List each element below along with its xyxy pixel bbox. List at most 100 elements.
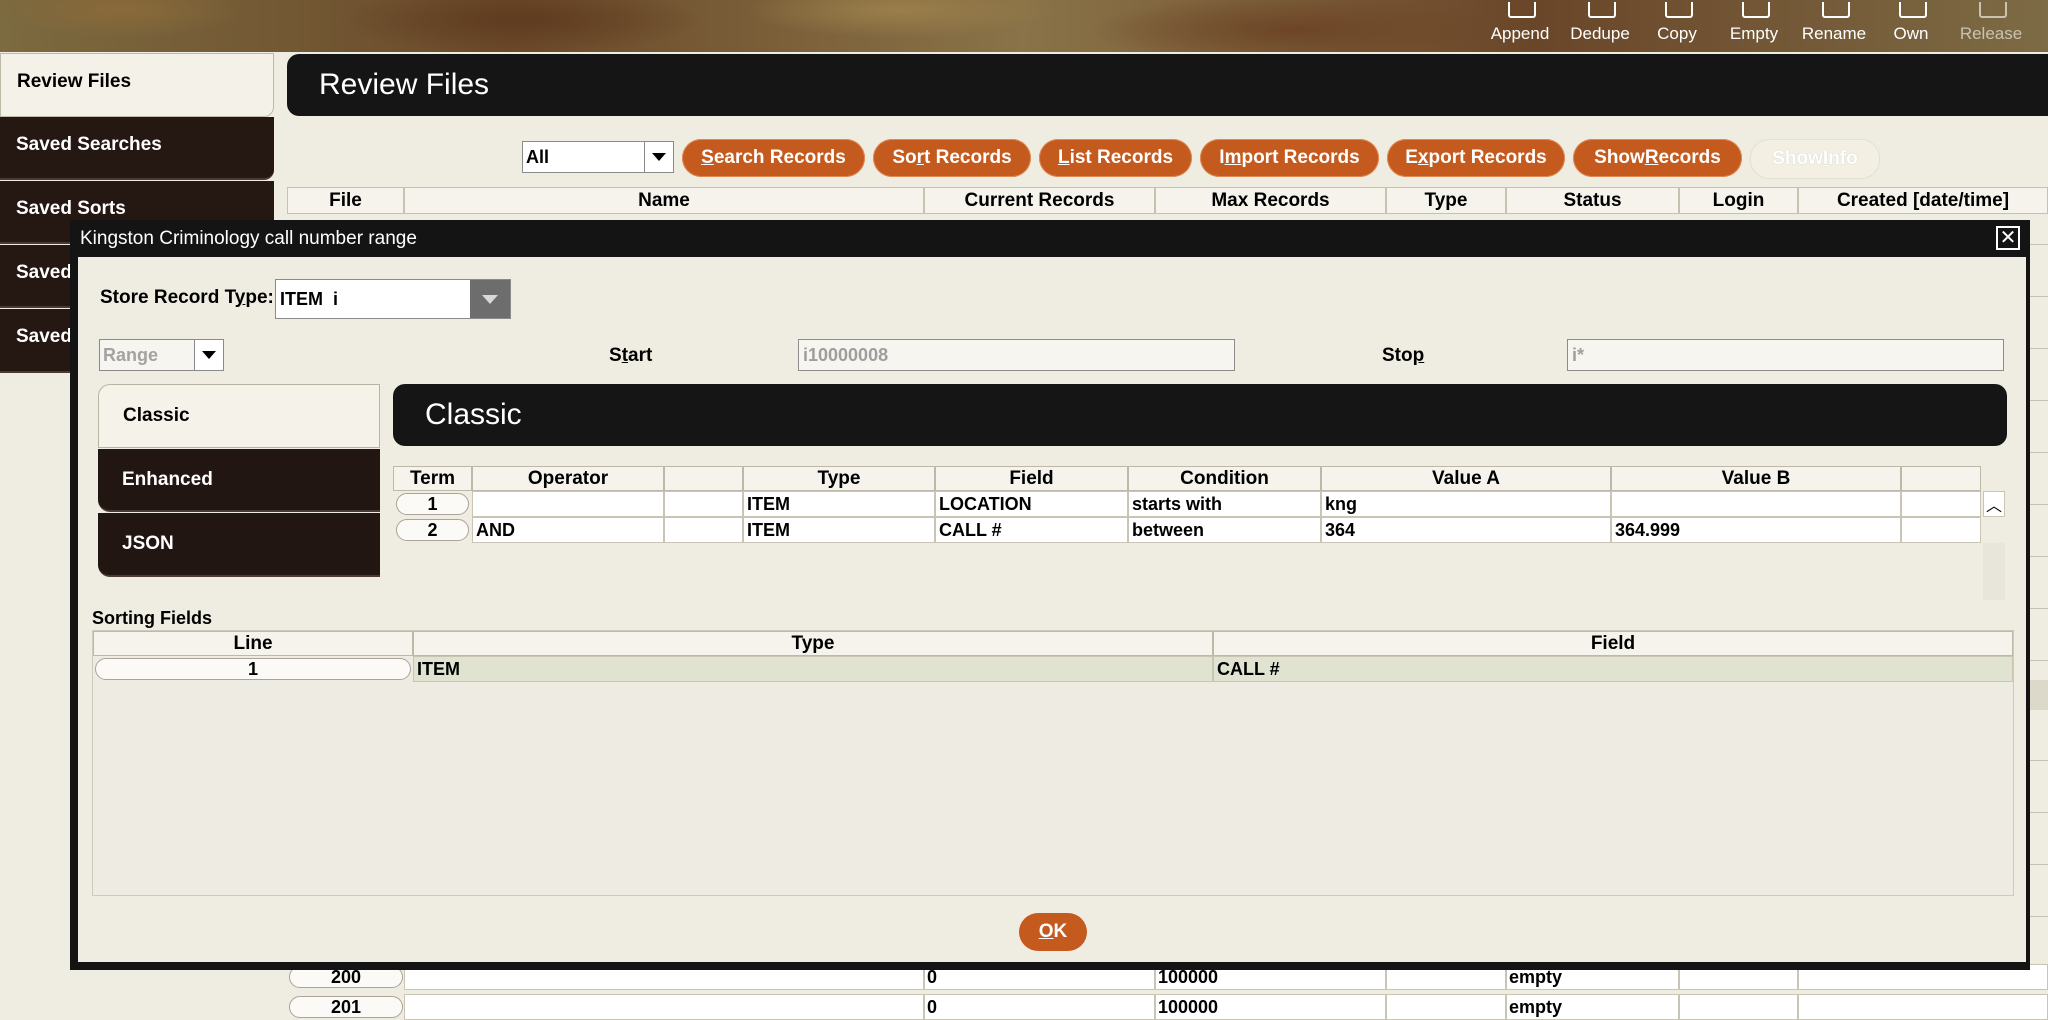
search-records-button[interactable]: Search Records [682,139,865,177]
column-header-field[interactable]: Field [935,466,1128,491]
file-number: 201 [289,996,403,1018]
blank-cell[interactable] [664,517,743,543]
column-header-login[interactable]: Login [1679,187,1798,214]
scroll-corner [1981,466,2007,491]
store-record-type-label: Store Record Type: [100,287,274,308]
close-icon[interactable]: ✕ [1996,226,2020,250]
column-header-type[interactable]: Type [413,631,1213,656]
scroll-up-icon[interactable]: ︿ [1983,491,2005,517]
sort-type-cell[interactable]: ITEM [413,656,1213,682]
range-select[interactable]: Range [99,339,224,371]
column-header-type[interactable]: Type [1386,187,1506,214]
append-icon [1508,2,1536,18]
stop-label: Stop [1382,345,1425,366]
value-b-cell[interactable]: 364.999 [1611,517,1901,543]
append-button[interactable]: Append [1480,0,1560,52]
value-b-cell[interactable] [1611,491,1901,517]
type-cell[interactable]: ITEM [743,491,935,517]
chevron-down-icon[interactable] [644,142,673,172]
field-cell[interactable]: CALL # [935,517,1128,543]
name-cell [404,994,924,1020]
current-records-cell: 0 [924,994,1155,1020]
start-field[interactable]: i10000008 [798,339,1235,371]
copy-icon [1665,2,1693,18]
tab-enhanced[interactable]: Enhanced [98,449,380,512]
operator-cell[interactable] [472,491,664,517]
dedupe-button[interactable]: Dedupe [1560,0,1640,52]
sidebar-item-saved-searches[interactable]: Saved Searches [0,117,274,180]
sort-records-button[interactable]: So r t Records [873,139,1031,177]
value-a-cell[interactable]: 364 [1321,517,1611,543]
table-row[interactable]: 2 AND ITEM CALL # between 364 364.999 [393,517,2007,543]
blank-cell[interactable] [664,491,743,517]
rename-icon [1822,2,1850,18]
condition-cell[interactable]: starts with [1128,491,1321,517]
import-records-button[interactable]: Im port Records [1200,139,1379,177]
column-header-operator[interactable]: Operator [472,466,664,491]
type-cell[interactable]: ITEM [743,517,935,543]
column-header-current-records[interactable]: Current Records [924,187,1155,214]
column-header-max-records[interactable]: Max Records [1155,187,1386,214]
store-record-type-select[interactable]: ITEM i [275,279,511,319]
column-header-field[interactable]: Field [1213,631,2013,656]
column-header-name[interactable]: Name [404,187,924,214]
column-header-type[interactable]: Type [743,466,935,491]
copy-button[interactable]: Copy [1640,0,1714,52]
tab-json[interactable]: JSON [98,513,380,577]
line-number: 1 [95,658,411,680]
own-icon [1899,2,1927,18]
status-cell: empty [1506,994,1679,1020]
release-button[interactable]: Release [1948,0,2034,52]
empty-button[interactable]: Empty [1714,0,1794,52]
column-header-created[interactable]: Created [date/time] [1798,187,2048,214]
stop-field[interactable]: i* [1567,339,2004,371]
column-header-condition[interactable]: Condition [1128,466,1321,491]
column-header-blank[interactable] [664,466,743,491]
condition-cell[interactable]: between [1128,517,1321,543]
sorting-fields-title: Sorting Fields [92,608,213,628]
field-cell[interactable]: LOCATION [935,491,1128,517]
value-a-cell[interactable]: kng [1321,491,1611,517]
rename-button[interactable]: Rename [1794,0,1874,52]
column-header-file[interactable]: File [287,187,404,214]
column-header-status[interactable]: Status [1506,187,1679,214]
term-number: 2 [396,519,469,541]
file-filter-select[interactable]: All [522,141,674,173]
dialog-title: Kingston Criminology call number range [80,228,417,249]
own-button[interactable]: Own [1874,0,1948,52]
show-info-button[interactable]: Show Info [1750,139,1880,179]
type-cell [1386,994,1506,1020]
chevron-down-icon[interactable] [194,340,223,370]
query-grid: Term Operator Type Field Condition Value… [393,460,2007,600]
tab-classic[interactable]: Classic [98,384,380,448]
column-header-value-b[interactable]: Value B [1611,466,1901,491]
sidebar-item-review-files[interactable]: Review Files [0,53,274,117]
release-icon [1979,2,2007,18]
extra-cell[interactable] [1901,517,1981,543]
table-row[interactable]: 1 ITEM CALL # [93,656,2013,682]
page-title: Review Files [287,54,2048,116]
scrollbar-track[interactable] [1983,543,2005,600]
panel-title: Classic [393,384,2007,446]
start-label: Start [609,345,653,366]
empty-icon [1742,2,1770,18]
list-records-button[interactable]: List Records [1039,139,1192,177]
dedupe-icon [1588,2,1616,18]
operator-cell[interactable]: AND [472,517,664,543]
created-cell [1798,994,2048,1020]
ok-button[interactable]: OK [1019,913,1087,951]
table-row[interactable]: 1 ITEM LOCATION starts with kng ︿ [393,491,2007,517]
login-cell [1679,994,1798,1020]
extra-cell[interactable] [1901,491,1981,517]
sort-field-cell[interactable]: CALL # [1213,656,2013,682]
chevron-down-icon[interactable] [470,280,510,318]
export-records-button[interactable]: Ex port Records [1387,139,1565,177]
max-records-cell: 100000 [1155,994,1386,1020]
column-header-value-a[interactable]: Value A [1321,466,1611,491]
show-records-button[interactable]: Show Records [1573,139,1742,177]
selected-row-edge [2030,680,2048,710]
table-row[interactable]: 201 0 100000 empty [287,994,2048,1020]
column-header-line[interactable]: Line [93,631,413,656]
column-header-extra[interactable] [1901,466,1981,491]
column-header-term[interactable]: Term [393,466,472,491]
